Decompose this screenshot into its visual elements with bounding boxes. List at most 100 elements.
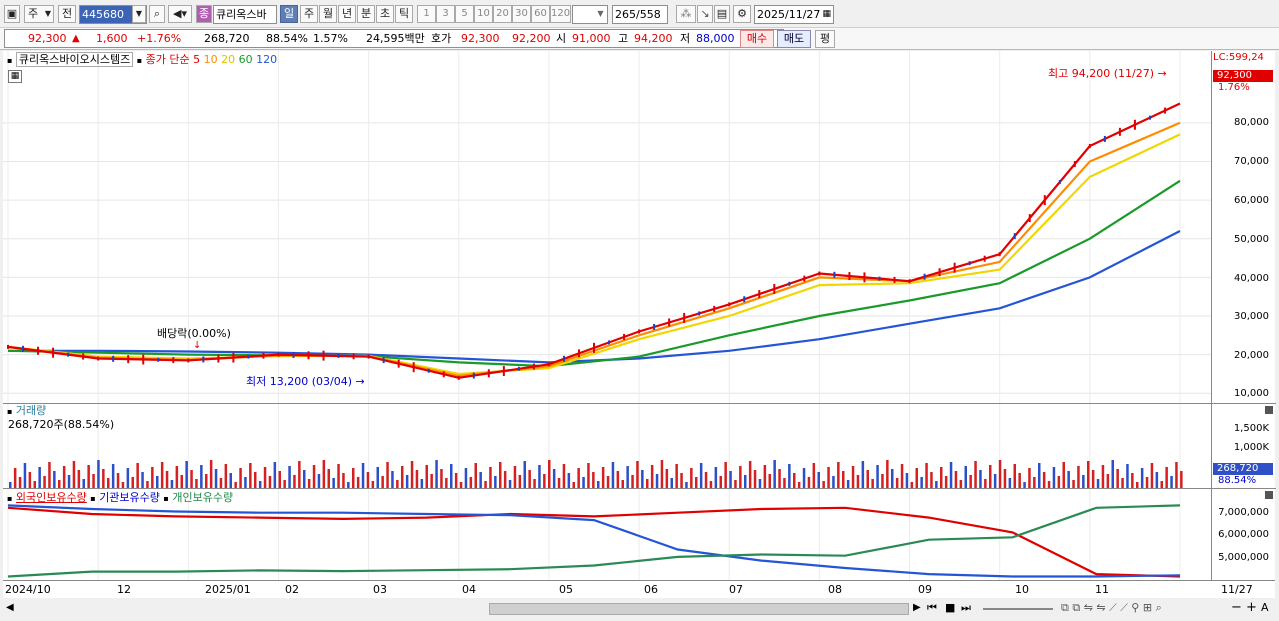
candle [908, 279, 911, 284]
candle [758, 290, 761, 299]
period-minute[interactable]: 분 [357, 5, 375, 23]
interval-5[interactable]: 5 [455, 5, 474, 23]
period-week[interactable]: 주 [300, 5, 318, 23]
chevron-down-icon[interactable]: ▼ [132, 5, 146, 23]
volume-bar [734, 480, 737, 488]
candle [848, 272, 851, 281]
period-tick[interactable]: 틱 [395, 5, 413, 23]
period-year[interactable]: 년 [338, 5, 356, 23]
volume-bar [48, 462, 51, 488]
volume-bar [1052, 467, 1056, 488]
y-tick: 80,000 [1234, 117, 1269, 128]
volume-bar [1126, 464, 1129, 488]
volume-bar [964, 466, 967, 488]
volume-bar [141, 472, 144, 488]
candle [142, 354, 145, 365]
volume-bar [866, 470, 869, 488]
candle [1163, 107, 1166, 114]
volume-bar [454, 473, 458, 488]
panel-close-icon[interactable] [1265, 406, 1273, 414]
scroll-thumb[interactable] [489, 603, 909, 615]
volume-bar [1062, 462, 1065, 488]
font-size-icon[interactable]: A [1261, 601, 1269, 614]
price-tag: 92,300 [1213, 70, 1273, 82]
volume-bar [807, 477, 811, 488]
candle [983, 255, 986, 262]
volume-title-text: 거래량 [15, 404, 47, 417]
candle [427, 368, 430, 373]
count-value: 265 [615, 8, 636, 21]
candle [608, 340, 611, 345]
buy-button[interactable]: 매수 [740, 30, 774, 48]
candle [1028, 214, 1031, 223]
volume-bar [28, 472, 32, 488]
foreign-holdings-label[interactable]: 외국인보유수량 [16, 491, 87, 504]
prev-button[interactable]: 전 [58, 5, 76, 23]
candle [593, 342, 595, 353]
panel-close-icon[interactable] [1265, 491, 1273, 499]
candle [668, 318, 671, 327]
volume-bar [709, 481, 713, 488]
interval-1[interactable]: 1 [417, 5, 436, 23]
candle [833, 271, 836, 278]
scroll-left-icon[interactable]: ◀ [6, 602, 14, 613]
count-field[interactable]: 265/558 [612, 5, 668, 24]
search-icon[interactable]: ⌕ [149, 5, 165, 23]
volume-bar [548, 460, 551, 488]
zoom-slider[interactable] [983, 608, 1053, 610]
chevron-down-icon[interactable]: ▼ [594, 6, 607, 22]
square-icon: ▪ [90, 494, 96, 503]
candle [367, 354, 370, 359]
stop-icon[interactable]: ■ [945, 601, 955, 614]
volume-bar [528, 470, 531, 488]
speaker-icon[interactable]: ◀▾ [168, 5, 192, 23]
interval-30[interactable]: 30 [512, 5, 531, 23]
market-select[interactable]: 주 ▼ [24, 5, 54, 23]
draw-icon[interactable]: ↘ [697, 5, 713, 23]
tools-icon[interactable]: ⧉ ⧉ ⇋ ⇋ ⟋ ⟋ ⚲ ⊞ ⌕ [1061, 601, 1162, 615]
zoom-out-icon[interactable]: − [1231, 600, 1242, 615]
institution-holdings-label[interactable]: 기관보유수량 [99, 491, 160, 504]
candle [577, 349, 580, 358]
holdings-legend: ▪ 외국인보유수량 ▪ 기관보유수량 ▪ 개인보유수량 [7, 491, 233, 506]
compare-icon[interactable]: ⁂ [676, 5, 696, 23]
scroll-right-icon[interactable]: ▶ [913, 602, 921, 613]
volume-bar [572, 482, 575, 488]
eval-button[interactable]: 평 [815, 30, 835, 48]
interval-120[interactable]: 120 [550, 5, 571, 23]
total-count: /558 [636, 8, 661, 21]
ma-line-120 [8, 230, 1181, 364]
volume-bar [675, 464, 678, 488]
stock-name-field[interactable]: 큐리옥스바 [213, 5, 277, 24]
interval-3[interactable]: 3 [436, 5, 455, 23]
y-tick: 30,000 [1234, 311, 1269, 322]
layout-icon[interactable]: ▣ [4, 5, 20, 23]
period-month[interactable]: 월 [319, 5, 337, 23]
y-tick: 50,000 [1234, 234, 1269, 245]
volume-bar [249, 463, 252, 488]
period-day[interactable]: 일 [280, 5, 298, 23]
gear-icon[interactable]: ⚙ [733, 5, 751, 23]
zoom-in-icon[interactable]: + [1246, 600, 1257, 615]
interval-10[interactable]: 10 [474, 5, 493, 23]
last-icon[interactable]: ⏭ [961, 601, 971, 615]
period-second[interactable]: 초 [376, 5, 394, 23]
date-input[interactable]: 2025/11/27 ▦ [754, 5, 834, 24]
interval-60[interactable]: 60 [531, 5, 550, 23]
interval-20[interactable]: 20 [493, 5, 512, 23]
bid-price: 92,200 [512, 32, 551, 45]
individual-holdings-label[interactable]: 개인보유수량 [172, 491, 233, 504]
volume-bar [327, 469, 330, 488]
sell-button[interactable]: 매도 [777, 30, 811, 48]
candle [698, 311, 701, 316]
grid-icon[interactable]: ▦ [8, 70, 22, 83]
square-icon: ▪ [136, 56, 143, 65]
volume-bar [660, 460, 664, 488]
save-icon[interactable]: ▤ [714, 5, 730, 23]
volume-bar [567, 473, 571, 488]
candle [337, 353, 340, 358]
first-icon[interactable]: ⏮ [927, 601, 937, 615]
stock-name-tag[interactable]: 큐리옥스바이오시스템즈 [15, 52, 134, 67]
scroll-bar[interactable]: ◀ ▶ ⏮ ■ ⏭ ⧉ ⧉ ⇋ ⇋ ⟋ ⟋ ⚲ ⊞ ⌕ − + A [3, 600, 1275, 618]
market-select-value: 주 [28, 7, 39, 20]
